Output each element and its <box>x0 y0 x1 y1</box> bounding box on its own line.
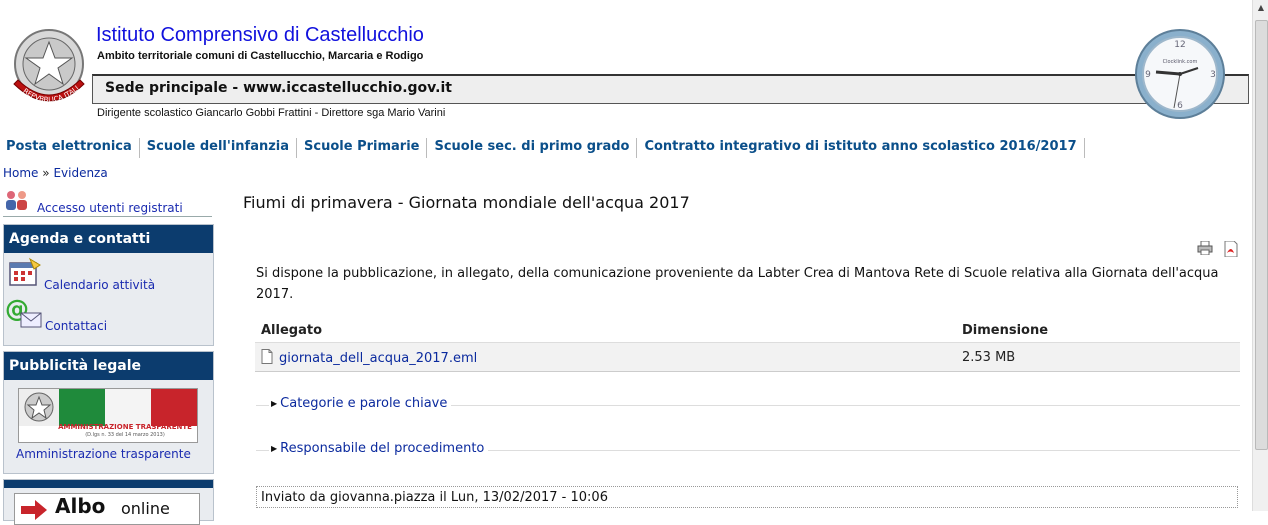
site-subtitle: Ambito territoriale comuni di Castellucc… <box>97 50 424 62</box>
scrollbar-thumb[interactable] <box>1255 20 1268 450</box>
expand-triangle-icon: ▶ <box>271 444 278 453</box>
responsabile-toggle[interactable]: ▶ Responsabile del procedimento <box>269 441 489 456</box>
svg-text:3: 3 <box>1210 70 1216 80</box>
file-size: 2.53 MB <box>956 342 1240 372</box>
vertical-scrollbar[interactable]: ▲ <box>1252 0 1268 511</box>
file-icon <box>261 348 273 364</box>
responsabile-fieldset: ▶ Responsabile del procedimento <box>256 441 1240 456</box>
italian-republic-emblem[interactable]: REPVBBLICA ITALIANA <box>6 22 92 114</box>
albo-banner[interactable]: Albo online <box>14 493 200 525</box>
agenda-block: Agenda e contatti Calendario attività @ … <box>3 224 214 346</box>
nav-item-posta[interactable]: Posta elettronica <box>0 138 140 158</box>
breadcrumb-home[interactable]: Home <box>3 166 38 180</box>
sede-bar: Sede principale - www.iccastellucchio.go… <box>92 74 1249 104</box>
print-icon[interactable] <box>1197 241 1213 255</box>
login-link[interactable]: Accesso utenti registrati <box>37 201 183 215</box>
trasparenza-banner[interactable]: AMMINISTRAZIONE TRASPARENTE (D.lgs n. 33… <box>18 388 198 443</box>
calendar-icon <box>9 257 41 286</box>
categorie-toggle[interactable]: ▶ Categorie e parole chiave <box>269 396 452 411</box>
file-link[interactable]: giornata_dell_acqua_2017.eml <box>279 351 477 366</box>
col-allegato: Allegato <box>261 322 323 338</box>
nav-item-infanzia[interactable]: Scuole dell'infanzia <box>140 138 298 158</box>
breadcrumb-separator: » <box>42 166 50 180</box>
breadcrumb: Home » Evidenza <box>3 166 108 180</box>
albo-header-bar <box>4 480 213 488</box>
flag-white <box>105 389 151 426</box>
agenda-title: Agenda e contatti <box>4 225 213 253</box>
nav-item-contratto[interactable]: Contratto integrativo di istituto anno s… <box>637 138 1085 158</box>
login-box: Accesso utenti registrati <box>3 188 212 217</box>
submitted-info: Inviato da giovanna.piazza il Lun, 13/02… <box>256 486 1238 508</box>
banner-text: AMMINISTRAZIONE TRASPARENTE <box>58 423 192 431</box>
attachments-table: Allegato Dimensione giornata_dell_acqua_… <box>255 318 1240 372</box>
banner-caption: AMMINISTRAZIONE TRASPARENTE (D.lgs n. 33… <box>19 423 197 442</box>
flag-green <box>59 389 105 426</box>
albo-block: Albo online <box>3 479 214 525</box>
scroll-up-icon[interactable]: ▲ <box>1253 0 1268 16</box>
emblem-small-icon <box>19 389 59 426</box>
site-title[interactable]: Istituto Comprensivo di Castellucchio <box>96 24 424 47</box>
nav-item-primarie[interactable]: Scuole Primarie <box>297 138 428 158</box>
arrow-icon <box>21 500 47 520</box>
users-icon <box>6 191 27 210</box>
col-dimensione: Dimensione <box>962 322 1049 338</box>
page-title: Fiumi di primavera - Giornata mondiale d… <box>243 193 690 212</box>
svg-text:6: 6 <box>1177 101 1183 111</box>
categorie-fieldset: ▶ Categorie e parole chiave <box>256 396 1240 411</box>
pdf-icon[interactable] <box>1224 241 1238 257</box>
dirigente-text: Dirigente scolastico Giancarlo Gobbi Fra… <box>97 107 446 119</box>
table-row: giornata_dell_acqua_2017.eml 2.53 MB <box>255 342 1240 372</box>
nav-item-secondarie[interactable]: Scuole sec. di primo grado <box>427 138 638 158</box>
flag-red <box>151 389 197 426</box>
clock-widget[interactable]: 12 3 6 9 Clocklink.com <box>1134 28 1226 120</box>
breadcrumb-current[interactable]: Evidenza <box>53 166 107 180</box>
categorie-label[interactable]: Categorie e parole chiave <box>280 396 447 411</box>
expand-triangle-icon: ▶ <box>271 399 278 408</box>
file-cell: giornata_dell_acqua_2017.eml <box>255 342 956 372</box>
svg-text:12: 12 <box>1174 40 1185 50</box>
calendario-link[interactable]: Calendario attività <box>44 278 155 292</box>
svg-text:Clocklink.com: Clocklink.com <box>1163 59 1198 65</box>
pubblicita-block: Pubblicità legale AMMINISTRAZIONE TRASPA… <box>3 351 214 474</box>
albo-online-text: online <box>121 499 170 518</box>
table-header-row: Allegato Dimensione <box>255 318 1240 343</box>
banner-small-text: (D.lgs n. 33 del 14 marzo 2013) <box>85 432 165 438</box>
contattaci-link[interactable]: Contattaci <box>45 319 107 333</box>
svg-text:9: 9 <box>1145 70 1151 80</box>
pubblicita-title: Pubblicità legale <box>4 352 213 380</box>
amministrazione-link[interactable]: Amministrazione trasparente <box>16 447 191 461</box>
responsabile-label[interactable]: Responsabile del procedimento <box>280 441 484 456</box>
top-navigation: Posta elettronica Scuole dell'infanzia S… <box>0 138 1085 158</box>
sede-text: Sede principale - www.iccastellucchio.go… <box>105 80 452 96</box>
site-header: REPVBBLICA ITALIANA Istituto Comprensivo… <box>0 0 1252 125</box>
body-text: Si dispone la pubblicazione, in allegato… <box>256 266 1219 302</box>
albo-text: Albo <box>55 494 106 518</box>
contact-mail-icon: @ <box>5 295 42 328</box>
